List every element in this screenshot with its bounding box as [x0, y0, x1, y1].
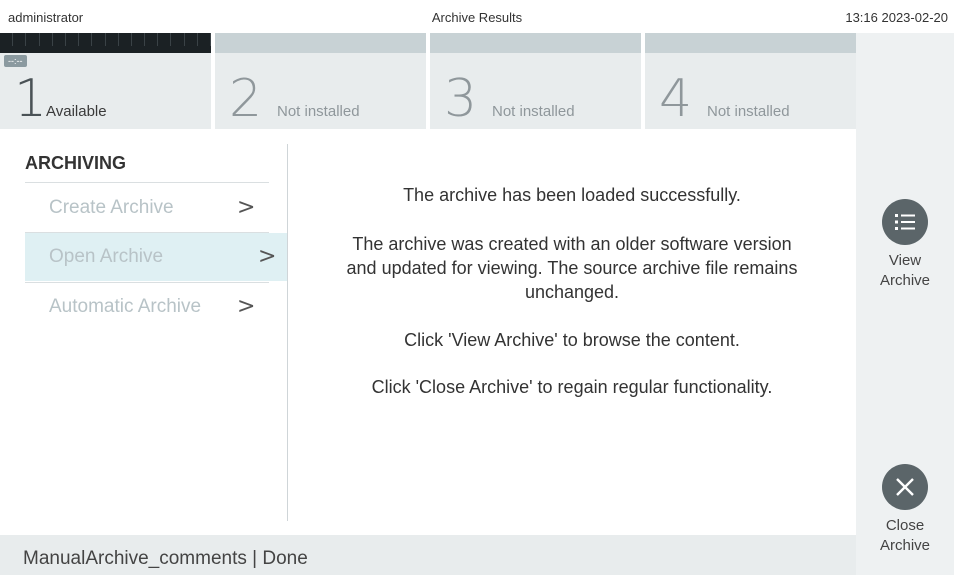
view-archive-label-2: Archive	[879, 272, 931, 289]
module-tabs: --:-- 1 Available 2 Not installed 3 Not …	[0, 33, 856, 129]
module-number: 2	[229, 69, 263, 129]
close-archive-label-2: Archive	[879, 537, 931, 554]
module-status-bar	[645, 33, 856, 53]
module-label: Not installed	[277, 103, 360, 120]
close-x-icon	[882, 464, 928, 510]
list-icon	[882, 199, 928, 245]
clock: 13:16 2023-02-20	[845, 10, 948, 25]
sidebar-item-label: Automatic Archive	[49, 296, 202, 317]
sidebar-item-label: Create Archive	[49, 197, 174, 218]
upgrade-notice-line-1: The archive was created with an older so…	[352, 234, 792, 254]
chevron-right-icon: >	[237, 195, 256, 220]
status-bar: ManualArchive_comments | Done	[0, 535, 856, 575]
archive-message-panel: The archive has been loaded successfully…	[288, 129, 856, 535]
sidebar-heading: ARCHIVING	[25, 153, 127, 173]
close-archive-label-1: Close	[885, 517, 925, 534]
module-tab-3[interactable]: 3 Not installed	[430, 33, 641, 129]
module-status-bar	[215, 33, 426, 53]
module-tab-2[interactable]: 2 Not installed	[215, 33, 426, 129]
screen-title: Archive Results	[431, 10, 523, 25]
title-bar: administrator Archive Results 13:16 2023…	[0, 0, 954, 33]
sidebar-item-automatic-archive[interactable]: Automatic Archive >	[25, 283, 287, 331]
chevron-right-icon: >	[237, 294, 256, 319]
module-number: 4	[659, 69, 693, 129]
sidebar-divider	[25, 182, 269, 183]
close-archive-button[interactable]: Close Archive	[856, 464, 954, 556]
module-status-bar	[430, 33, 641, 53]
view-archive-label-1: View	[888, 252, 922, 269]
sidebar-item-label: Open Archive	[49, 246, 164, 267]
status-text: ManualArchive_comments | Done	[23, 548, 308, 569]
success-message: The archive has been loaded successfully…	[403, 185, 741, 205]
upgrade-notice-line-2: and updated for viewing. The source arch…	[346, 258, 798, 278]
chevron-right-icon: >	[258, 244, 277, 269]
upgrade-notice-line-3: unchanged.	[524, 282, 620, 302]
archiving-sidebar: ARCHIVING Create Archive > Open Archive …	[0, 129, 287, 535]
module-timer: --:--	[4, 55, 27, 67]
module-tab-1[interactable]: --:-- 1 Available	[0, 33, 211, 129]
module-progress-ticks	[0, 33, 211, 53]
sidebar-item-open-archive[interactable]: Open Archive >	[25, 233, 287, 281]
module-number: 1	[14, 69, 48, 129]
module-label: Not installed	[492, 103, 575, 120]
module-label: Not installed	[707, 103, 790, 120]
module-label: Available	[46, 103, 107, 120]
sidebar-item-create-archive[interactable]: Create Archive >	[25, 184, 287, 232]
module-number: 3	[444, 69, 478, 129]
view-archive-button[interactable]: View Archive	[856, 199, 954, 291]
action-panel: View Archive Close Archive	[856, 33, 954, 575]
view-instruction: Click 'View Archive' to browse the conte…	[404, 330, 740, 350]
module-tab-4[interactable]: 4 Not installed	[645, 33, 856, 129]
close-instruction: Click 'Close Archive' to regain regular …	[371, 377, 773, 397]
